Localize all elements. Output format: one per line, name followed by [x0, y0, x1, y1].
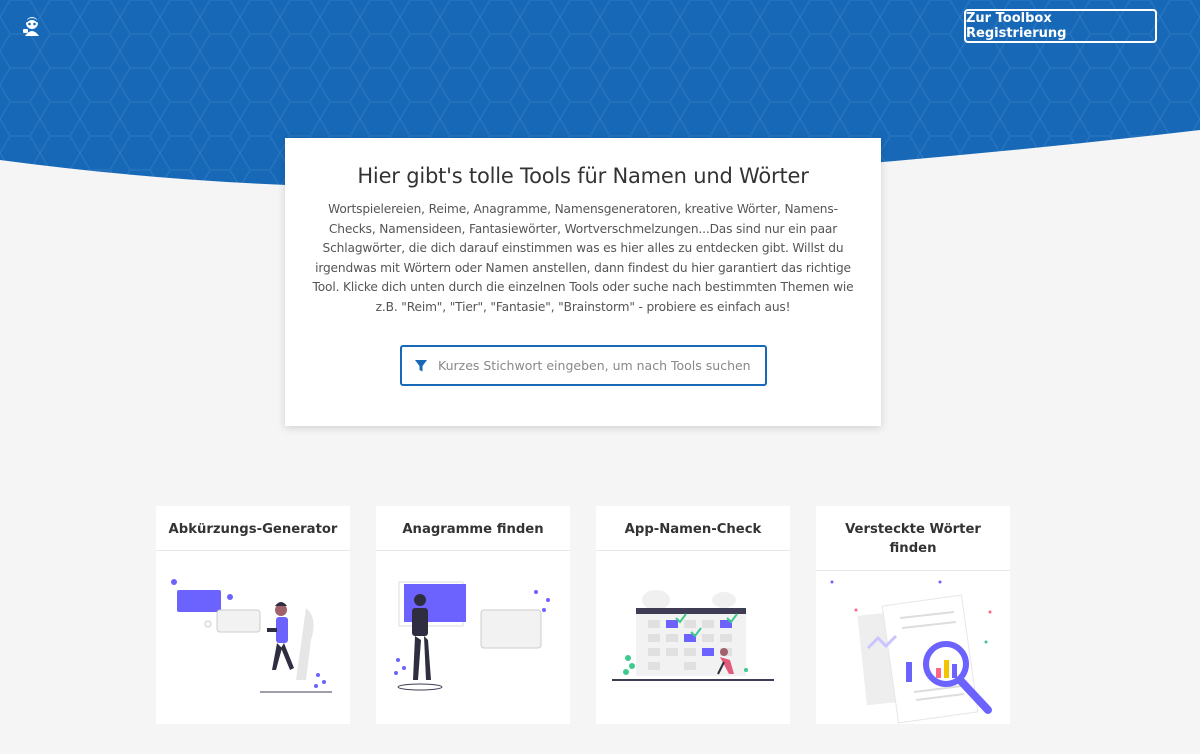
person-with-phone-illustration: [171, 579, 332, 693]
page-title: Hier gibt's tolle Tools für Namen und Wö…: [357, 164, 809, 188]
tool-search-box[interactable]: [400, 345, 767, 386]
tool-card-divider: [156, 550, 350, 551]
intro-card: Hier gibt's tolle Tools für Namen und Wö…: [285, 138, 881, 426]
register-button[interactable]: Zur Toolbox Registrierung: [964, 9, 1157, 43]
calendar-check-illustration: [612, 590, 774, 681]
tool-card-anagramme-finden[interactable]: Anagramme finden: [376, 506, 570, 724]
tool-card-title: Anagramme finden: [402, 522, 544, 537]
intro-description: Wortspielereien, Reime, Anagramme, Namen…: [312, 202, 854, 314]
person-at-board-illustration: [394, 581, 550, 691]
tool-card-divider: [596, 550, 790, 551]
tool-card-abkuerzungs-generator[interactable]: Abkürzungs-Generator: [156, 506, 350, 724]
tool-card-app-namen-check[interactable]: App-Namen-Check: [596, 506, 790, 724]
tool-card-title: App-Namen-Check: [624, 522, 762, 537]
tool-card-title: Abkürzungs-Generator: [168, 522, 338, 537]
mascot-logo-icon[interactable]: [20, 14, 44, 38]
tool-card-versteckte-woerter-finden[interactable]: Versteckte Wörter finden: [816, 506, 1010, 724]
search-input[interactable]: [438, 358, 758, 373]
tool-card-divider: [816, 570, 1010, 571]
tool-card-title: Versteckte Wörter finden: [845, 522, 981, 556]
tool-card-divider: [376, 550, 570, 551]
magnifier-documents-illustration: [830, 580, 992, 724]
filter-icon: [415, 359, 427, 371]
